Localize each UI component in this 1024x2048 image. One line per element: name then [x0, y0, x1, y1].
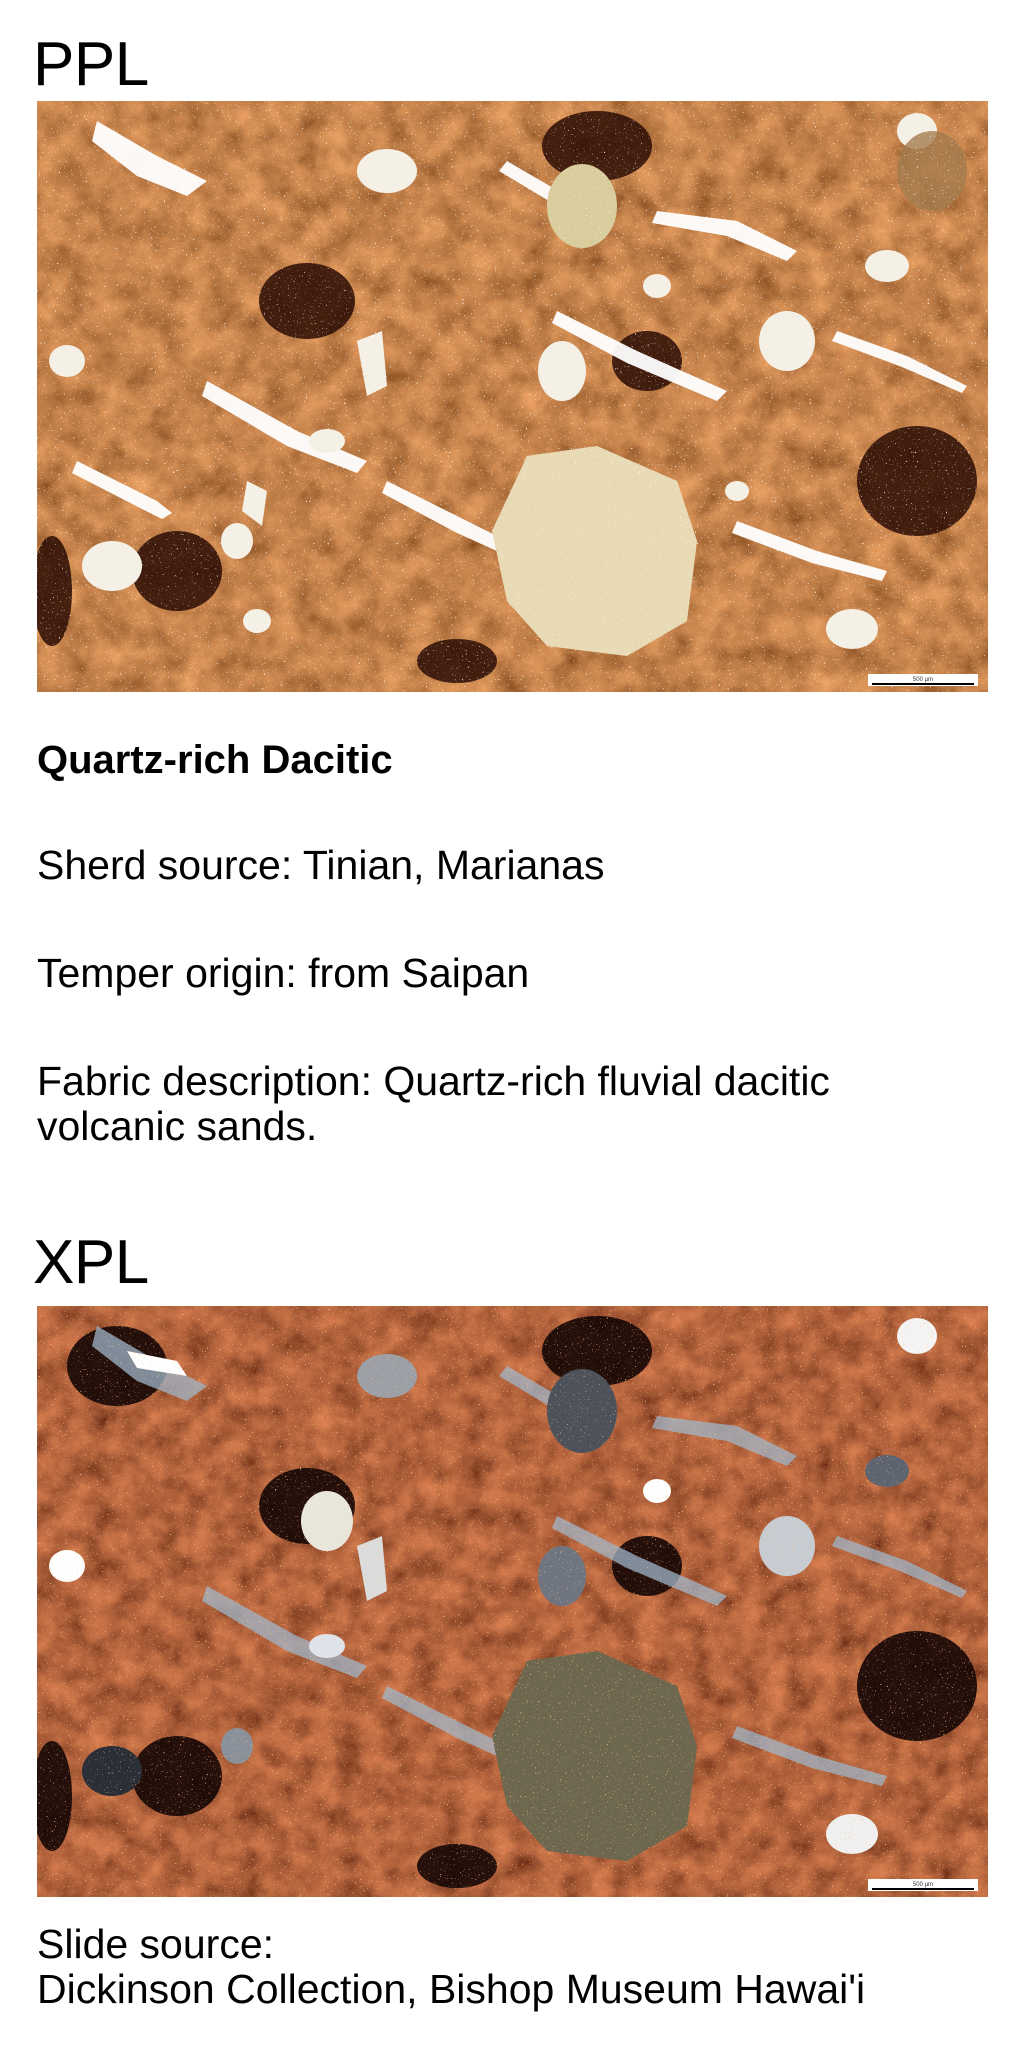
ppl-scale-label: 500 µm: [913, 677, 933, 683]
xpl-micrograph: 500 µm: [37, 1306, 988, 1897]
ppl-scale-bar: 500 µm: [868, 674, 978, 686]
fabric-name: Quartz-rich Dacitic: [37, 738, 393, 782]
xpl-scale-bar: 500 µm: [868, 1879, 978, 1891]
ppl-micrograph: 500 µm: [37, 101, 988, 692]
temper-origin: Temper origin: from Saipan: [37, 950, 530, 996]
ppl-heading: PPL: [33, 30, 149, 99]
sherd-source: Sherd source: Tinian, Marianas: [37, 842, 605, 888]
xpl-heading: XPL: [33, 1228, 149, 1297]
slide-source: Slide source: Dickinson Collection, Bish…: [37, 1921, 866, 2013]
fabric-description: Fabric description: Quartz-rich fluvial …: [37, 1058, 830, 1150]
xpl-scale-label: 500 µm: [913, 1882, 933, 1888]
